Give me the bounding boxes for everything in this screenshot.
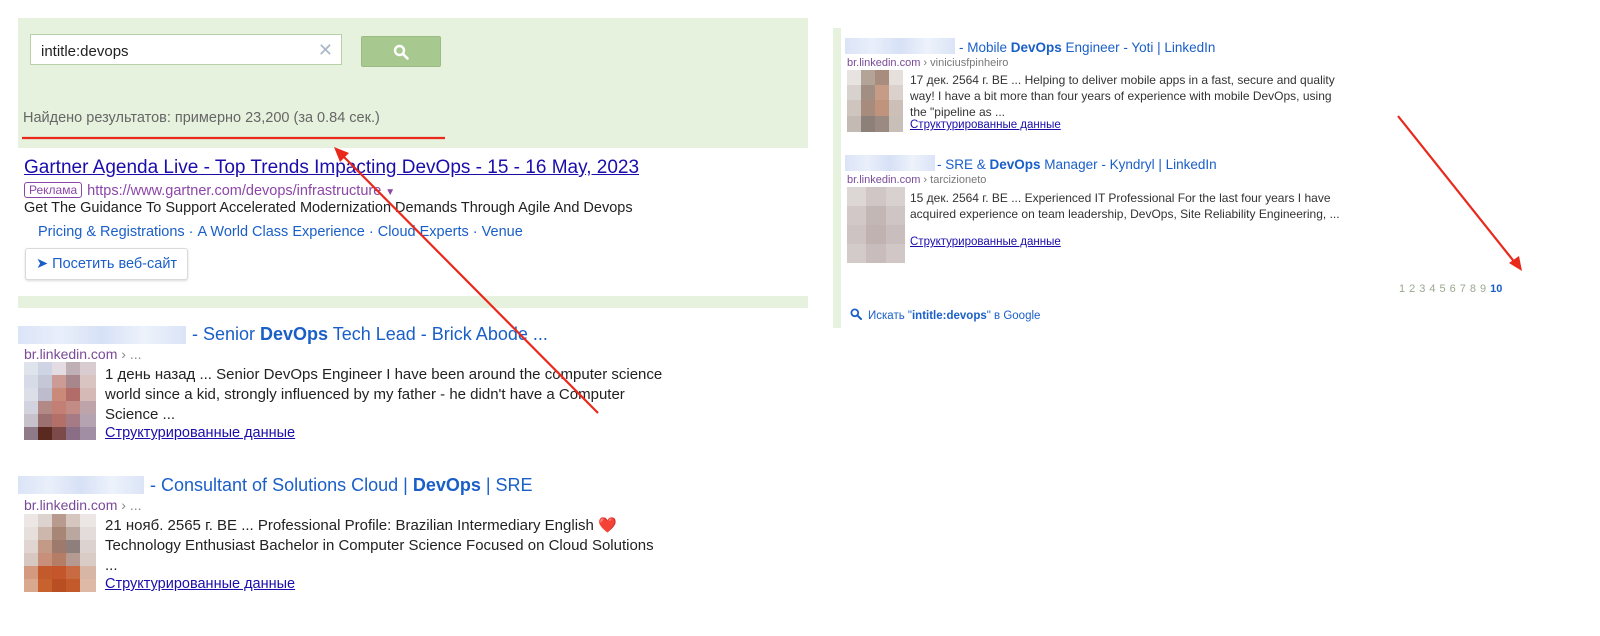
search-input[interactable]: [39, 39, 313, 63]
result-title-link[interactable]: - Consultant of Solutions Cloud | DevOps…: [150, 475, 533, 496]
sitelink-cloud-experts[interactable]: Cloud Experts: [378, 224, 469, 240]
visit-website-button[interactable]: ➤ Посетить веб-сайт: [25, 248, 189, 280]
cite-domain: br.linkedin.com: [847, 174, 921, 186]
chevron-down-icon[interactable]: ▼: [385, 187, 395, 198]
pagination: 1 2 3 4 5 6 7 8 9 10: [1399, 283, 1502, 295]
result-snippet: 1 день назад ... Senior DevOps Engineer …: [105, 366, 663, 423]
result-cite: br.linkedin.com › ...: [24, 497, 142, 513]
search-icon: [850, 308, 862, 320]
visit-website-label: Посетить веб-сайт: [52, 256, 178, 272]
close-icon[interactable]: ✕: [318, 40, 333, 60]
cite-domain: br.linkedin.com: [24, 346, 118, 362]
result-cite: br.linkedin.com › ...: [24, 346, 142, 362]
ad-title-link[interactable]: Gartner Agenda Live - Top Trends Impacti…: [24, 157, 639, 179]
page-link[interactable]: 9: [1480, 283, 1486, 295]
profile-thumbnail: [847, 70, 903, 132]
search-button[interactable]: [361, 36, 441, 67]
cite-domain: br.linkedin.com: [24, 497, 118, 513]
ad-sitelinks: Pricing & Registrations · A World Class Ex…: [38, 224, 523, 240]
page-link[interactable]: 8: [1470, 283, 1476, 295]
arrowhead-annotation: [1509, 256, 1522, 271]
result-title-text: - Mobile: [959, 40, 1011, 55]
result-title-text: Manager - Kyndryl | LinkedIn: [1040, 157, 1217, 172]
page-link[interactable]: 6: [1450, 283, 1456, 295]
blurred-name: [845, 155, 935, 171]
cite-path: › tarcizioneto: [920, 174, 987, 186]
page-link[interactable]: 5: [1440, 283, 1446, 295]
page-current[interactable]: 10: [1490, 283, 1502, 295]
structured-data-link[interactable]: Структурированные данные: [910, 236, 1061, 248]
sitelink-separator: ·: [472, 224, 478, 240]
result-snippet: 17 дек. 2564 г. BE ... Helping to delive…: [910, 73, 1335, 119]
search-in-google-text: Искать ": [868, 310, 912, 322]
search-in-google-text: " в Google: [986, 310, 1041, 322]
result-title-keyword: DevOps: [989, 157, 1041, 172]
arrow-right-icon: ➤: [36, 256, 49, 272]
sitelink-separator: ·: [188, 224, 194, 240]
cite-path: › ...: [117, 346, 142, 362]
result-title-text: Engineer - Yoti | LinkedIn: [1061, 40, 1216, 55]
search-panel: ✕ Найдено результатов: примерно 23,200 (…: [18, 18, 808, 308]
result-cite: br.linkedin.com › tarcizioneto: [847, 174, 986, 186]
result-title-text: | SRE: [480, 475, 533, 495]
right-panel-accent: [833, 28, 841, 328]
result-snippet: 15 дек. 2564 г. BE ... Experienced IT Pr…: [910, 191, 1340, 221]
search-in-google-link[interactable]: Искать "intitle:devops" в Google: [850, 308, 1040, 322]
ad-url-line: Реклама https://www.gartner.com/devops/in…: [24, 182, 395, 199]
result-title-link[interactable]: - Senior DevOps Tech Lead - Brick Abode …: [192, 324, 548, 345]
result-title-text: - SRE &: [937, 157, 990, 172]
blurred-name: [845, 38, 955, 54]
search-in-google-query: intitle:devops: [911, 310, 987, 322]
page-link[interactable]: 3: [1419, 283, 1425, 295]
result-title-link[interactable]: - Mobile DevOps Engineer - Yoti | Linked…: [959, 40, 1215, 55]
result-title-keyword: DevOps: [260, 324, 329, 344]
structured-data-link[interactable]: Структурированные данные: [105, 425, 295, 441]
ad-description: Get The Guidance To Support Accelerated …: [24, 200, 633, 216]
ad-url[interactable]: https://www.gartner.com/devops/infrastru…: [87, 183, 381, 199]
sitelink-pricing[interactable]: Pricing & Registrations: [38, 224, 185, 240]
page-link[interactable]: 1: [1399, 283, 1405, 295]
result-count: Найдено результатов: примерно 23,200 (за…: [23, 110, 380, 126]
blurred-name: [18, 326, 186, 344]
profile-thumbnail: [24, 362, 96, 440]
result-title-keyword: DevOps: [1010, 40, 1062, 55]
page-link[interactable]: 7: [1460, 283, 1466, 295]
blurred-name: [18, 476, 144, 494]
result-title-text: - Senior: [192, 324, 261, 344]
cite-path: › ...: [117, 497, 142, 513]
result-title-text: - Consultant of Solutions Cloud |: [150, 475, 413, 495]
sitelink-venue[interactable]: Venue: [482, 224, 523, 240]
search-icon: [393, 44, 409, 60]
profile-thumbnail: [24, 514, 96, 592]
cite-domain: br.linkedin.com: [847, 57, 921, 69]
sitelink-separator: ·: [368, 224, 374, 240]
result-title-keyword: DevOps: [412, 475, 481, 495]
page-link[interactable]: 2: [1409, 283, 1415, 295]
sitelink-experience[interactable]: A World Class Experience: [198, 224, 365, 240]
page-link[interactable]: 4: [1429, 283, 1435, 295]
profile-thumbnail: [847, 187, 905, 263]
structured-data-link[interactable]: Структурированные данные: [910, 119, 1061, 131]
result-title-text: Tech Lead - Brick Abode ...: [328, 324, 548, 344]
ad-badge: Реклама: [24, 182, 83, 198]
result-title-link[interactable]: - SRE & DevOps Manager - Kyndryl | Linke…: [937, 157, 1217, 172]
arrow-annotation: [1397, 115, 1517, 265]
structured-data-link[interactable]: Структурированные данные: [105, 576, 295, 592]
ad-result: Gartner Agenda Live - Top Trends Impacti…: [18, 148, 808, 296]
result-snippet: 21 нояб. 2565 г. BE ... Professional Pro…: [105, 517, 654, 574]
search-box[interactable]: ✕: [30, 34, 342, 65]
cite-path: › viniciusfpinheiro: [920, 57, 1009, 69]
result-cite: br.linkedin.com › viniciusfpinheiro: [847, 57, 1008, 69]
